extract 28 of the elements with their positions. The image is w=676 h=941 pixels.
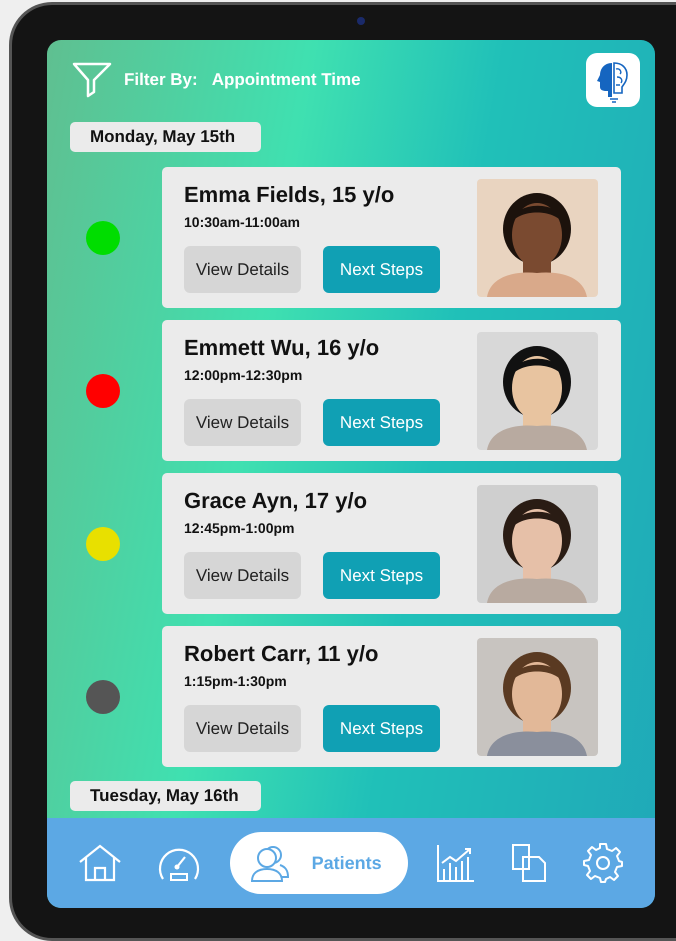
next-steps-button[interactable]: Next Steps [323,399,440,446]
patients-tab[interactable]: Patients [230,832,408,894]
next-steps-button[interactable]: Next Steps [323,705,440,752]
patient-name: Robert Carr, 11 y/o [184,641,380,667]
appointment-time: 12:00pm-12:30pm [184,367,304,383]
filter-icon [72,62,112,98]
appointment-time: 10:30am-11:00am [184,214,301,230]
bar-chart-icon [436,843,476,883]
filter-value[interactable]: Appointment Time [212,70,361,90]
view-details-button[interactable]: View Details [184,552,301,599]
settings-icon [582,842,624,884]
home-icon [78,844,122,882]
patient-name: Grace Ayn, 17 y/o [184,488,368,514]
appointment-time: 12:45pm-1:00pm [184,520,296,536]
head-brain-logo-icon [586,53,640,107]
date-label: Monday, May 15th [70,122,261,152]
documents-icon [510,843,547,883]
view-details-button[interactable]: View Details [184,246,301,293]
patient-name: Emma Fields, 15 y/o [184,182,396,208]
camera-icon [357,17,365,25]
next-steps-button[interactable]: Next Steps [323,552,440,599]
view-details-button[interactable]: View Details [184,705,301,752]
view-details-button[interactable]: View Details [184,399,301,446]
filter-label: Filter By: [124,70,198,90]
appointment-time: 1:15pm-1:30pm [184,673,288,689]
date-label: Tuesday, May 16th [70,781,261,811]
next-steps-button[interactable]: Next Steps [323,246,440,293]
patient-name: Emmett Wu, 16 y/o [184,335,380,361]
